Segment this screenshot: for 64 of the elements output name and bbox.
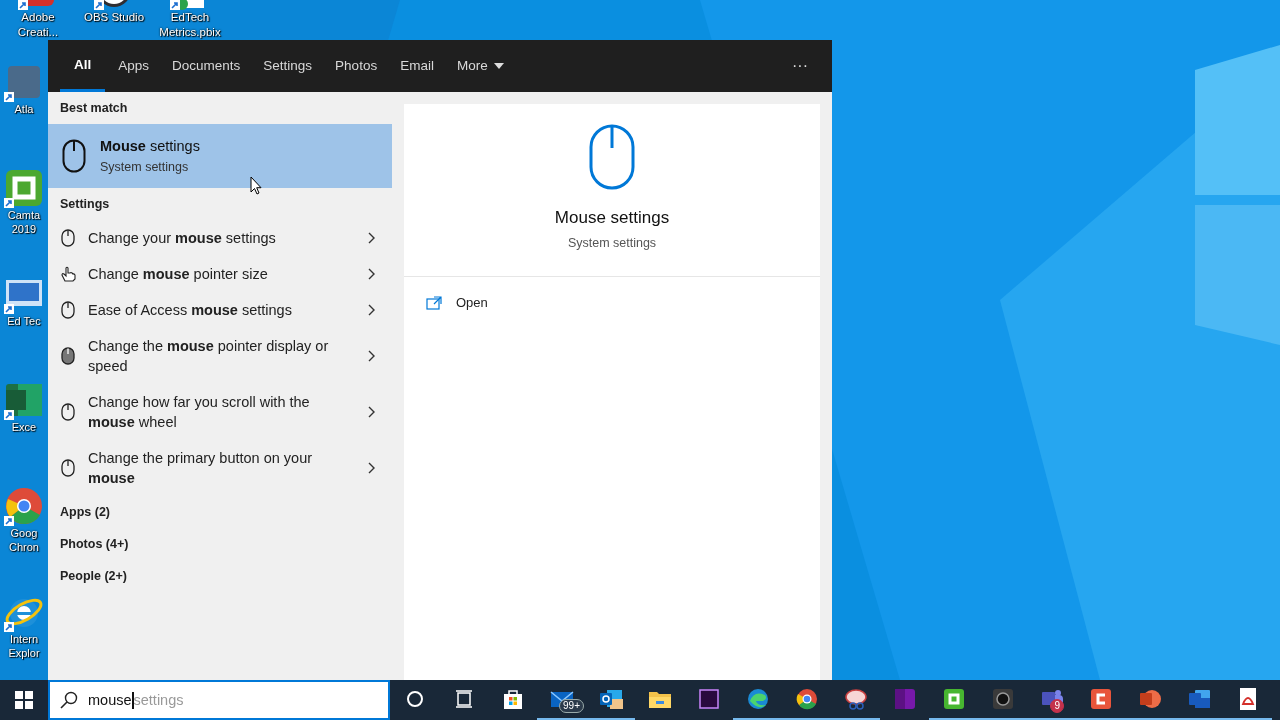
filter-tab[interactable]: Documents — [162, 40, 251, 92]
result-label: Change how far you scroll with the mouse wheel — [88, 393, 311, 432]
camtasia-shortcut-icon[interactable] — [4, 168, 44, 208]
search-field[interactable]: mouse settings — [48, 680, 390, 720]
preview-subtitle: System settings — [567, 236, 657, 250]
mouse-cursor-icon — [250, 176, 262, 195]
result-label: Change mouse pointer size — [88, 265, 269, 284]
chevron-right-icon[interactable] — [367, 406, 376, 418]
settings-result[interactable]: Change how far you scroll with the mouse wheel — [48, 384, 392, 440]
result-subtitle: System settings — [100, 160, 190, 174]
settings-result[interactable]: Change the mouse pointer display or speed — [48, 328, 392, 384]
mouse-icon — [60, 301, 76, 319]
desktop-icon-label[interactable]: Ed Tec — [7, 314, 41, 328]
chevron-right-icon[interactable] — [367, 462, 376, 474]
chevron-right-icon[interactable] — [367, 232, 376, 244]
filter-tab[interactable]: Settings — [253, 40, 323, 92]
result-label: Change the mouse pointer display or speed — [88, 337, 330, 376]
desktop-icon-label[interactable]: Camta 2019 — [1, 208, 47, 236]
filter-tab[interactable]: Email — [390, 40, 444, 92]
more-options-button[interactable]: ··· — [780, 40, 820, 92]
chevron-right-icon[interactable] — [367, 304, 376, 316]
mouse-icon — [60, 403, 76, 421]
mouse-icon — [60, 229, 76, 247]
section-heading: Best match — [59, 100, 129, 117]
windows-logo-icon — [15, 691, 33, 709]
chevron-right-icon[interactable] — [367, 350, 376, 362]
result-group-heading[interactable]: Apps (2) — [48, 496, 392, 528]
open-action[interactable]: Open — [426, 295, 488, 310]
result-group-heading[interactable]: Photos (4+) — [48, 528, 392, 560]
open-icon — [426, 295, 442, 310]
desktop-icon-label[interactable]: Atla — [14, 102, 34, 116]
best-match-item[interactable]: Mouse settings System settings — [48, 124, 392, 188]
filter-tab[interactable]: Apps — [108, 40, 160, 92]
hand-pointer-icon — [60, 265, 76, 283]
chrome-shortcut-icon[interactable] — [4, 486, 44, 526]
filter-tab[interactable]: More — [446, 40, 514, 92]
search-icon — [60, 691, 78, 709]
result-title: Mouse settings — [100, 138, 200, 154]
mouse-icon — [589, 124, 635, 190]
taskbar-app-button[interactable]: 9 — [1027, 680, 1076, 720]
settings-result[interactable]: Ease of Access mouse settings — [48, 292, 392, 328]
desktop-icon-label[interactable]: OBS Studio — [76, 10, 152, 25]
chevron-right-icon[interactable] — [367, 268, 376, 280]
mouse-icon — [60, 459, 76, 477]
mouse-icon — [62, 139, 86, 173]
result-label: Change the primary button on your mouse — [88, 449, 314, 488]
mouse-icon — [60, 347, 76, 365]
notification-badge: 99+ — [559, 699, 584, 713]
filter-tab[interactable]: Photos — [325, 40, 388, 92]
desktop-icon-label[interactable]: Goog Chron — [1, 526, 47, 554]
taskbar-app-button[interactable]: 99+ — [537, 680, 586, 720]
desktop-icon-label[interactable]: Intern Explor — [1, 632, 47, 660]
section-heading: Settings — [59, 196, 111, 213]
result-label: Ease of Access mouse settings — [88, 301, 293, 320]
desktop-icon-label[interactable]: EdTech Metrics.pbix — [152, 10, 228, 40]
settings-result[interactable]: Change mouse pointer size — [48, 256, 392, 292]
preview-title: Mouse settings — [554, 208, 670, 228]
settings-result[interactable]: Change your mouse settings — [48, 220, 392, 256]
desktop-icon-label[interactable]: Exce — [11, 420, 37, 434]
result-label: Change your mouse settings — [88, 229, 277, 248]
result-group-heading[interactable]: People (2+) — [48, 560, 392, 592]
settings-result[interactable]: Change the primary button on your mouse — [48, 440, 392, 496]
desktop-icon-label[interactable]: Adobe Creati... — [0, 10, 76, 40]
filter-tab[interactable]: All — [60, 40, 106, 92]
